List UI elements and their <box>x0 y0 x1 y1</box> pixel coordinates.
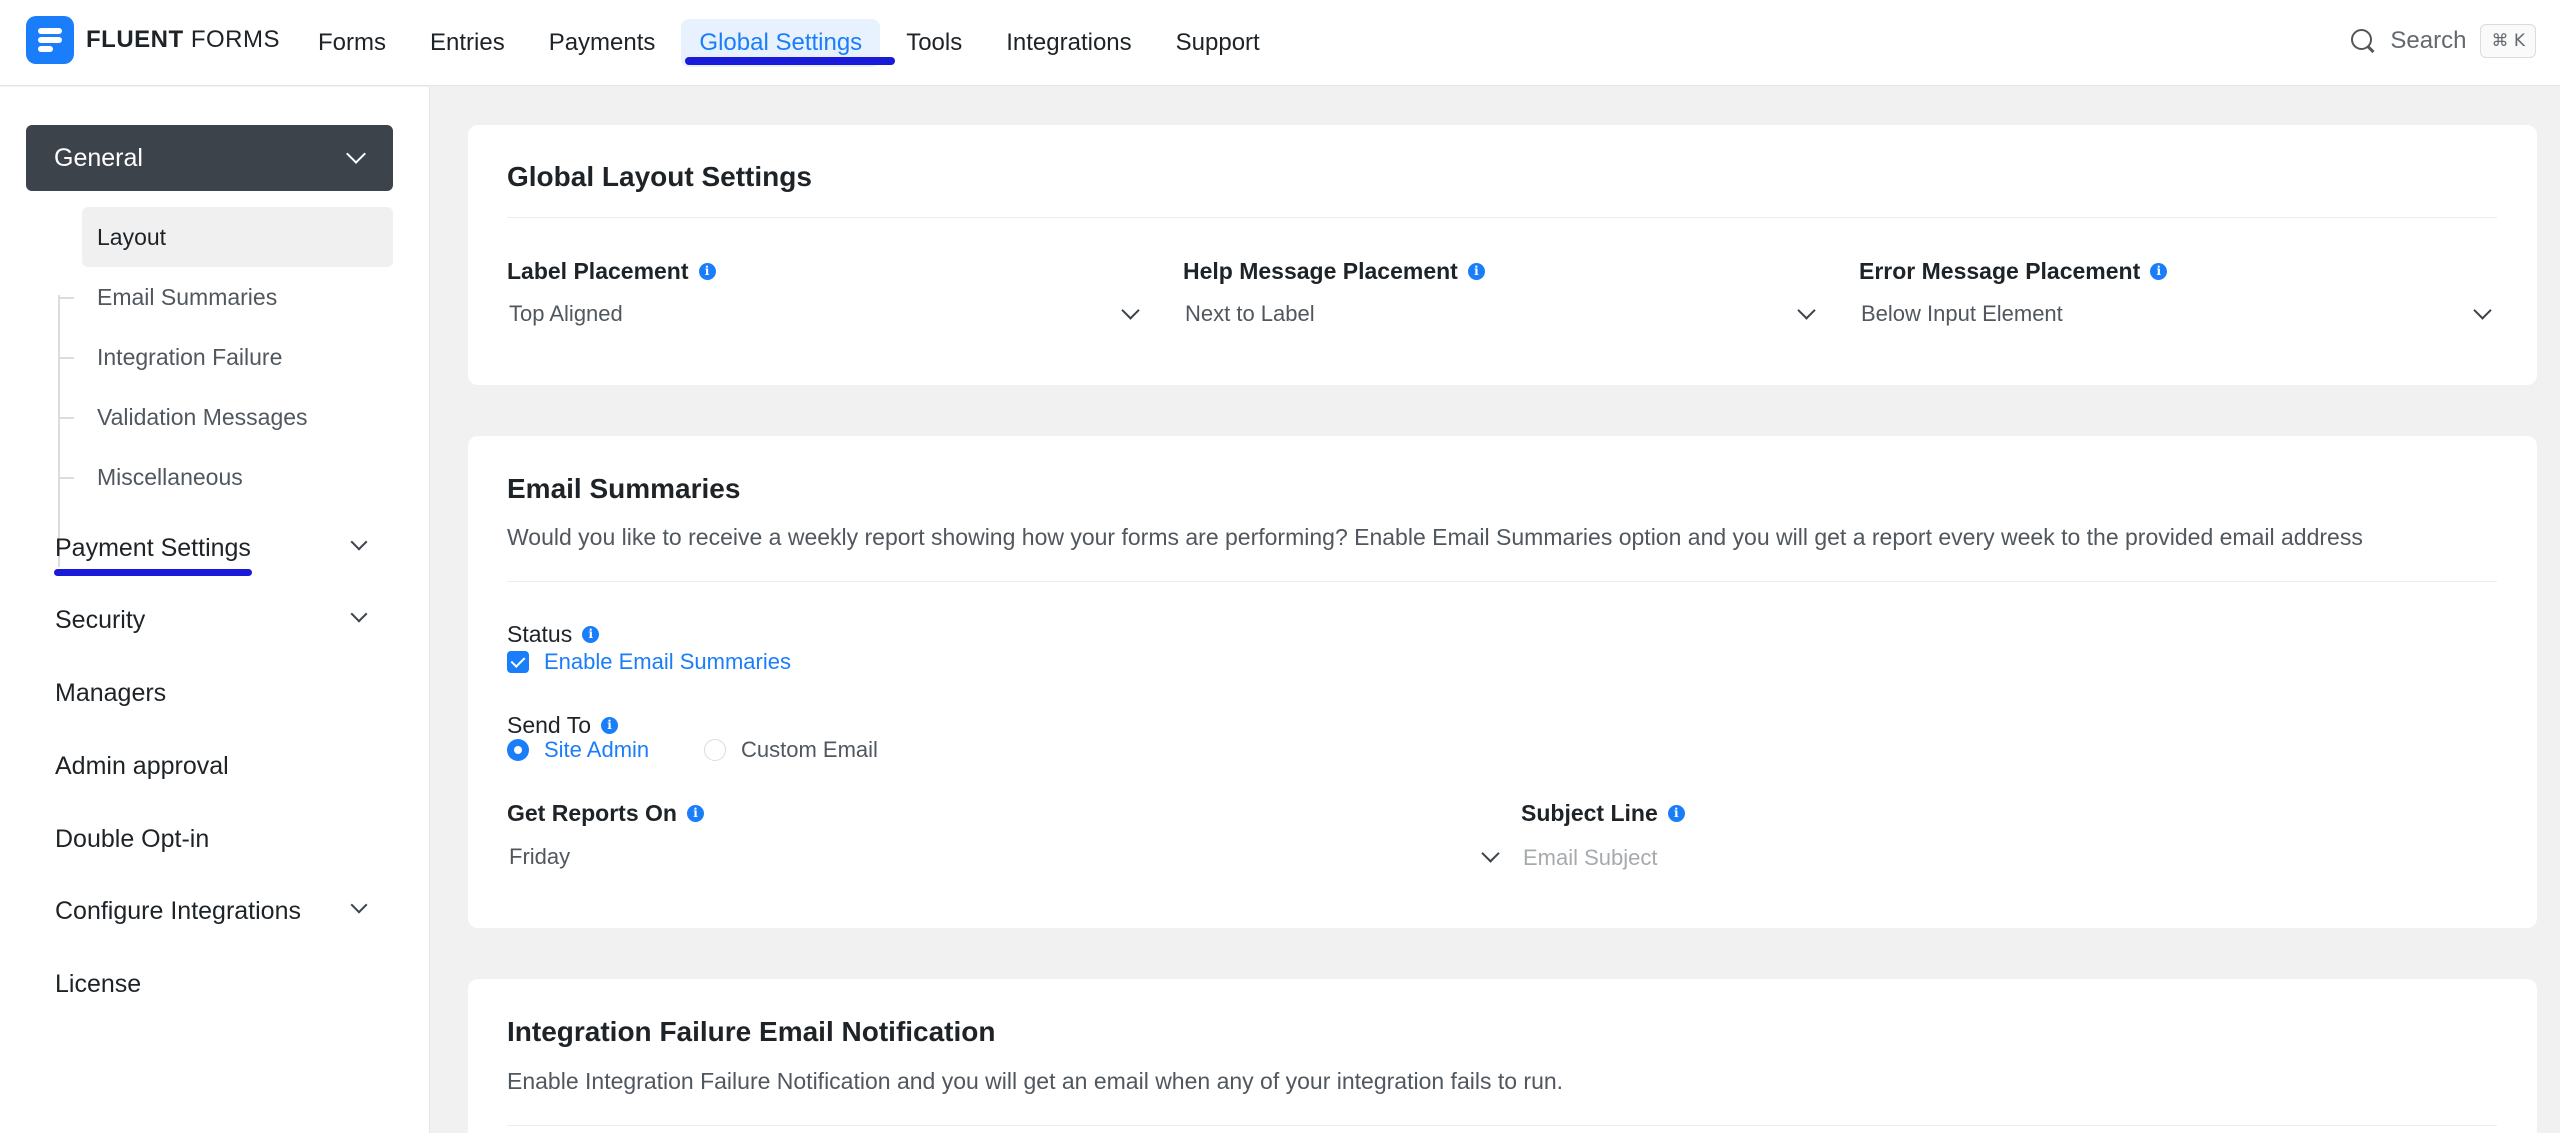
sidebar-subitem-email-summaries[interactable]: Email Summaries <box>82 267 393 327</box>
select-value: Friday <box>509 844 571 869</box>
sidebar-item-label: Payment Settings <box>55 533 251 562</box>
sidebar-item-configure-integrations[interactable]: Configure Integrations <box>55 891 395 931</box>
label-placement-select[interactable]: Top Aligned <box>507 294 1147 334</box>
divider <box>507 1125 2497 1126</box>
card-title: Integration Failure Email Notification <box>507 1016 996 1047</box>
sidebar-item-label: Security <box>55 605 146 634</box>
chevron-down-icon <box>1797 301 1816 320</box>
divider <box>507 581 2497 582</box>
search-button[interactable]: Search ⌘ K <box>2350 24 2536 58</box>
chevron-down-icon <box>1121 301 1140 320</box>
field-label-text: Subject Line <box>1521 800 1658 826</box>
field-label-text: Status <box>507 621 573 647</box>
sidebar-item-label: Managers <box>55 678 167 707</box>
sidebar-item-double-opt-in[interactable]: Double Opt-in <box>55 819 395 859</box>
chevron-down-icon <box>350 896 368 914</box>
card-title: Email Summaries <box>507 473 741 504</box>
status-label: Status <box>507 621 600 648</box>
submenu-tree-line <box>58 295 60 567</box>
chevron-down-icon <box>350 605 368 623</box>
sidebar-item-managers[interactable]: Managers <box>55 673 395 713</box>
select-value: Next to Label <box>1185 301 1315 326</box>
field-label-text: Send To <box>507 712 591 738</box>
get-reports-on-select[interactable]: Friday <box>507 837 1507 877</box>
global-layout-settings-card: Global Layout Settings Label Placement T… <box>468 125 2537 385</box>
field-label-text: Label Placement <box>507 258 689 284</box>
error-message-placement-select[interactable]: Below Input Element <box>1859 294 2499 334</box>
search-icon <box>2350 28 2376 54</box>
enable-email-summaries-checkbox[interactable] <box>507 651 529 673</box>
select-value: Below Input Element <box>1861 301 2063 326</box>
site-admin-radio[interactable] <box>507 739 529 761</box>
select-value: Top Aligned <box>509 301 623 326</box>
field-label-text: Error Message Placement <box>1859 258 2141 284</box>
sidebar-item-general[interactable]: General <box>26 125 393 191</box>
fluent-forms-logo-icon <box>26 16 74 64</box>
info-icon[interactable] <box>698 263 716 280</box>
sidebar-item-label: Configure Integrations <box>55 896 301 925</box>
custom-email-label[interactable]: Custom Email <box>741 737 878 763</box>
integration-failure-card: Integration Failure Email Notification E… <box>468 979 2537 1133</box>
sidebar-item-label: License <box>55 969 142 998</box>
chevron-down-icon <box>1481 844 1500 863</box>
enable-email-summaries-label[interactable]: Enable Email Summaries <box>544 649 791 675</box>
send-to-label: Send To <box>507 712 618 739</box>
tree-tick <box>58 477 74 479</box>
sidebar-subitem-miscellaneous[interactable]: Miscellaneous <box>82 447 393 507</box>
nav-payments[interactable]: Payments <box>531 19 674 67</box>
chevron-down-icon <box>350 533 368 551</box>
nav-forms[interactable]: Forms <box>300 19 404 67</box>
settings-sidebar: General Layout Email Summaries Integrati… <box>0 87 430 1133</box>
sidebar-item-security[interactable]: Security <box>55 600 395 640</box>
custom-email-radio[interactable] <box>704 739 726 761</box>
chevron-down-icon <box>346 144 366 164</box>
sidebar-subitem-integration-failure[interactable]: Integration Failure <box>82 327 393 387</box>
tree-tick <box>58 297 74 299</box>
nav-integrations[interactable]: Integrations <box>988 19 1149 67</box>
info-icon[interactable] <box>600 717 618 734</box>
info-icon[interactable] <box>2150 263 2168 280</box>
help-message-placement-label: Help Message Placement <box>1183 258 1485 285</box>
card-title: Global Layout Settings <box>507 161 812 192</box>
info-icon[interactable] <box>582 626 600 643</box>
search-shortcut: ⌘ K <box>2480 24 2536 58</box>
card-description: Enable Integration Failure Notification … <box>507 1068 1564 1094</box>
annotation-underline-global-settings <box>685 57 895 65</box>
sidebar-item-payment-settings[interactable]: Payment Settings <box>55 528 395 568</box>
sidebar-item-label: Admin approval <box>55 751 229 780</box>
tree-tick <box>58 417 74 419</box>
sidebar-item-admin-approval[interactable]: Admin approval <box>55 746 395 786</box>
info-icon[interactable] <box>1667 805 1685 822</box>
nav-entries[interactable]: Entries <box>412 19 523 67</box>
label-placement-label: Label Placement <box>507 258 716 285</box>
error-message-placement-label: Error Message Placement <box>1859 258 2168 285</box>
field-label-text: Help Message Placement <box>1183 258 1458 284</box>
annotation-underline-payment-settings <box>54 569 252 576</box>
chevron-down-icon <box>2473 301 2492 320</box>
brand-logo[interactable]: FLUENT FORMS <box>26 16 280 64</box>
brand-name: FLUENT FORMS <box>86 26 280 53</box>
card-description: Would you like to receive a weekly repor… <box>507 524 2363 550</box>
sidebar-subitem-validation-messages[interactable]: Validation Messages <box>82 387 393 447</box>
help-message-placement-select[interactable]: Next to Label <box>1183 294 1823 334</box>
info-icon[interactable] <box>1467 263 1485 280</box>
email-summaries-card: Email Summaries Would you like to receiv… <box>468 436 2537 928</box>
subject-line-label: Subject Line <box>1521 800 1685 827</box>
field-label-text: Get Reports On <box>507 800 677 826</box>
search-label: Search <box>2390 27 2467 54</box>
sidebar-item-label: Double Opt-in <box>55 824 210 853</box>
site-admin-label[interactable]: Site Admin <box>544 737 649 763</box>
subject-line-input[interactable]: Email Subject <box>1523 845 2493 871</box>
get-reports-on-label: Get Reports On <box>507 800 704 827</box>
sidebar-item-label: General <box>54 143 143 172</box>
nav-tools[interactable]: Tools <box>888 19 980 67</box>
divider <box>507 217 2497 218</box>
info-icon[interactable] <box>686 805 704 822</box>
sidebar-item-license[interactable]: License <box>55 964 395 1004</box>
sidebar-subitem-layout[interactable]: Layout <box>82 207 393 267</box>
tree-tick <box>58 357 74 359</box>
nav-support[interactable]: Support <box>1158 19 1278 67</box>
main-nav: Forms Entries Payments Global Settings T… <box>300 0 1286 86</box>
top-bar: FLUENT FORMS Forms Entries Payments Glob… <box>0 0 2560 86</box>
